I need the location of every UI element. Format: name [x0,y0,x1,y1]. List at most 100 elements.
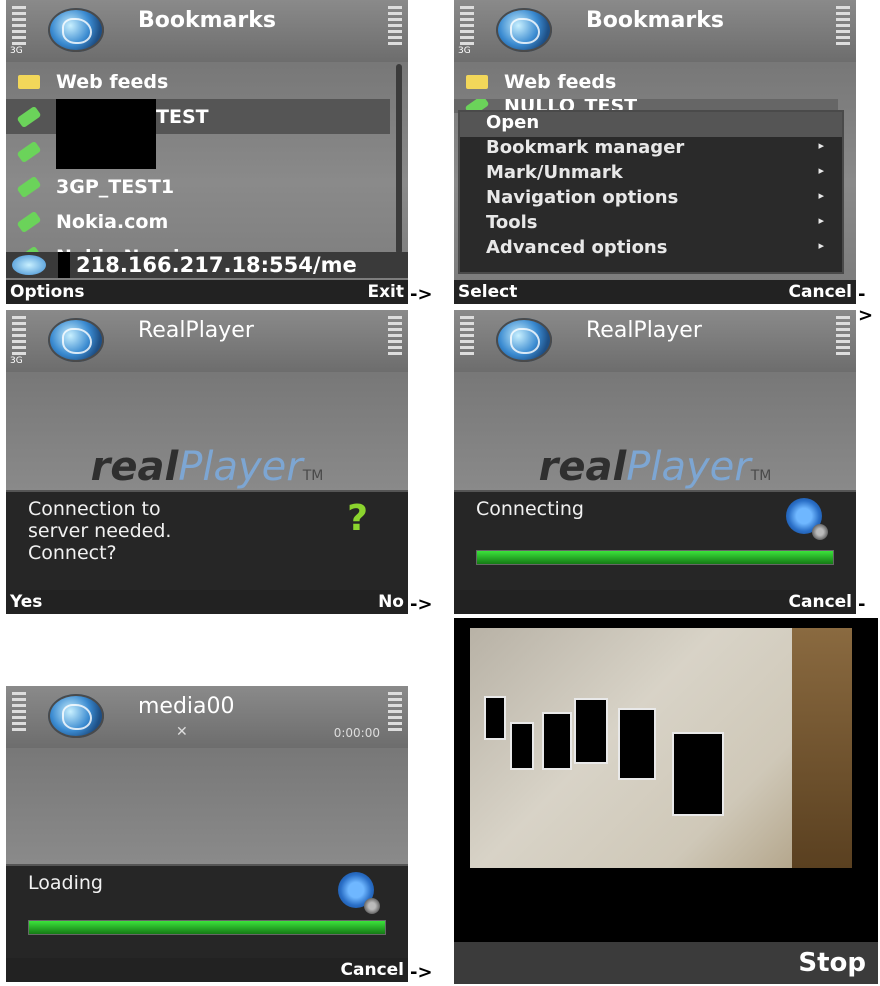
chevron-right-icon: ▸ [818,239,824,252]
signal-icon [460,316,474,356]
app-title: Bookmarks [138,8,276,33]
chevron-right-icon: ▸ [818,139,824,152]
progress-bar [28,920,386,935]
picture-frame [542,712,572,770]
list-item[interactable]: Web feeds [454,64,838,99]
gear-icon [364,898,380,914]
options-softkey[interactable]: Options [10,282,84,302]
screen-media-loading: media00 ✕ 0:00:00 Loading Cancel [6,686,408,982]
connect-dialog: Connection to server needed. Connect? ? [6,490,408,592]
question-mark-icon: ? [347,498,368,539]
menu-item-advanced-options[interactable]: Advanced options ▸ [460,237,842,262]
signal-icon [12,316,26,356]
list-item[interactable]: 3GP_TEST1 [6,169,390,204]
globe-icon [496,8,552,52]
bookmark-list: Web feeds TEST 3GP_TEST1 Nokia.com Nokia… [6,64,390,274]
folder-icon [466,74,488,89]
network-tag: 3G [10,356,23,366]
list-item[interactable]: TEST [6,98,390,169]
app-title: Bookmarks [586,8,724,33]
softkey-bar: Cancel [6,958,408,982]
scrollbar[interactable] [396,64,402,254]
no-softkey[interactable]: No [378,592,404,612]
menu-item-mark-unmark[interactable]: Mark/Unmark ▸ [460,162,842,187]
yes-softkey[interactable]: Yes [10,592,42,612]
address-text: 218.166.217.18:554/me [76,253,357,277]
options-menu: Open Bookmark manager ▸ Mark/Unmark ▸ Navi… [458,110,844,274]
picture-frame [672,732,724,816]
signal-icon [12,6,26,46]
cancel-softkey[interactable]: Cancel [789,592,852,612]
mute-icon: ✕ [176,724,188,740]
menu-item-bookmark-manager[interactable]: Bookmark manager ▸ [460,137,842,162]
video-frame [470,628,852,868]
connecting-dialog: Connecting [454,490,856,592]
battery-icon [388,692,402,732]
network-tag: 3G [10,46,23,56]
chevron-right-icon: ▸ [818,189,824,202]
bookmark-icon [16,140,42,163]
menu-item-tools[interactable]: Tools ▸ [460,212,842,237]
screen-bookmarks-menu: 3G Bookmarks Web feeds NULLO_TEST Open B… [454,0,856,304]
picture-frame [574,698,608,764]
signal-icon [460,6,474,46]
gear-icon [812,524,828,540]
network-tag: 3G [458,46,471,56]
flow-arrow: -> [858,284,874,326]
menu-item-navigation-options[interactable]: Navigation options ▸ [460,187,842,212]
bookmark-icon [16,105,42,128]
progress-fill [477,551,833,564]
picture-frame [618,708,656,780]
battery-icon [388,6,402,46]
chevron-right-icon: ▸ [818,214,824,227]
softkey-bar: Cancel [454,590,856,614]
address-bar[interactable]: 218.166.217.18:554/me [6,252,408,278]
folder-icon [18,74,40,89]
picture-frame [510,722,534,770]
exit-softkey[interactable]: Exit [367,282,404,302]
menu-item-open[interactable]: Open [460,112,842,137]
playback-timer: 0:00:00 [333,726,380,740]
bookmark-icon [16,175,42,198]
globe-icon [48,694,104,738]
picture-frame [484,696,506,740]
flow-arrow: -> [410,962,433,983]
dialog-message: Connection to server needed. Connect? [28,498,172,564]
progress-fill [29,921,385,934]
redaction-block [56,98,156,169]
realplayer-logo: realPlayerTM [90,444,324,490]
list-item[interactable]: Web feeds [6,64,390,99]
globe-icon [48,8,104,52]
battery-icon [388,316,402,356]
battery-icon [836,6,850,46]
softkey-bar: Select Cancel [454,280,856,304]
screen-realplayer-connect: 3G RealPlayer realPlayerTM Connection to… [6,310,408,614]
globe-icon [496,318,552,362]
signal-icon [12,692,26,732]
select-softkey[interactable]: Select [458,282,517,302]
clip-title: media00 [138,694,235,719]
cancel-softkey[interactable]: Cancel [341,960,404,980]
realplayer-logo: realPlayerTM [538,444,772,490]
progress-bar [476,550,834,565]
list-item[interactable]: Nokia.com [6,204,390,239]
battery-icon [836,316,850,356]
bookmark-icon [16,210,42,233]
screen-video-playback: Stop [454,618,878,984]
app-title: RealPlayer [586,318,702,343]
globe-icon [48,318,104,362]
flow-arrow: -> [410,594,433,615]
softkey-bar: Yes No [6,590,408,614]
globe-icon [12,255,46,275]
dialog-message: Loading [28,872,103,894]
cancel-softkey[interactable]: Cancel [789,282,852,302]
bookmark-list: Web feeds NULLO_TEST [454,64,838,113]
flow-arrow: -> [410,284,433,305]
loading-dialog: Loading [6,864,408,958]
stop-softkey[interactable]: Stop [798,948,866,978]
app-title: RealPlayer [138,318,254,343]
redaction-block [58,252,70,278]
screen-realplayer-connecting: RealPlayer realPlayerTM Connecting Cance… [454,310,856,614]
dialog-message: Connecting [476,498,584,520]
screen-bookmarks: 3G Bookmarks Web feeds TEST 3GP_TEST1 No… [6,0,408,304]
